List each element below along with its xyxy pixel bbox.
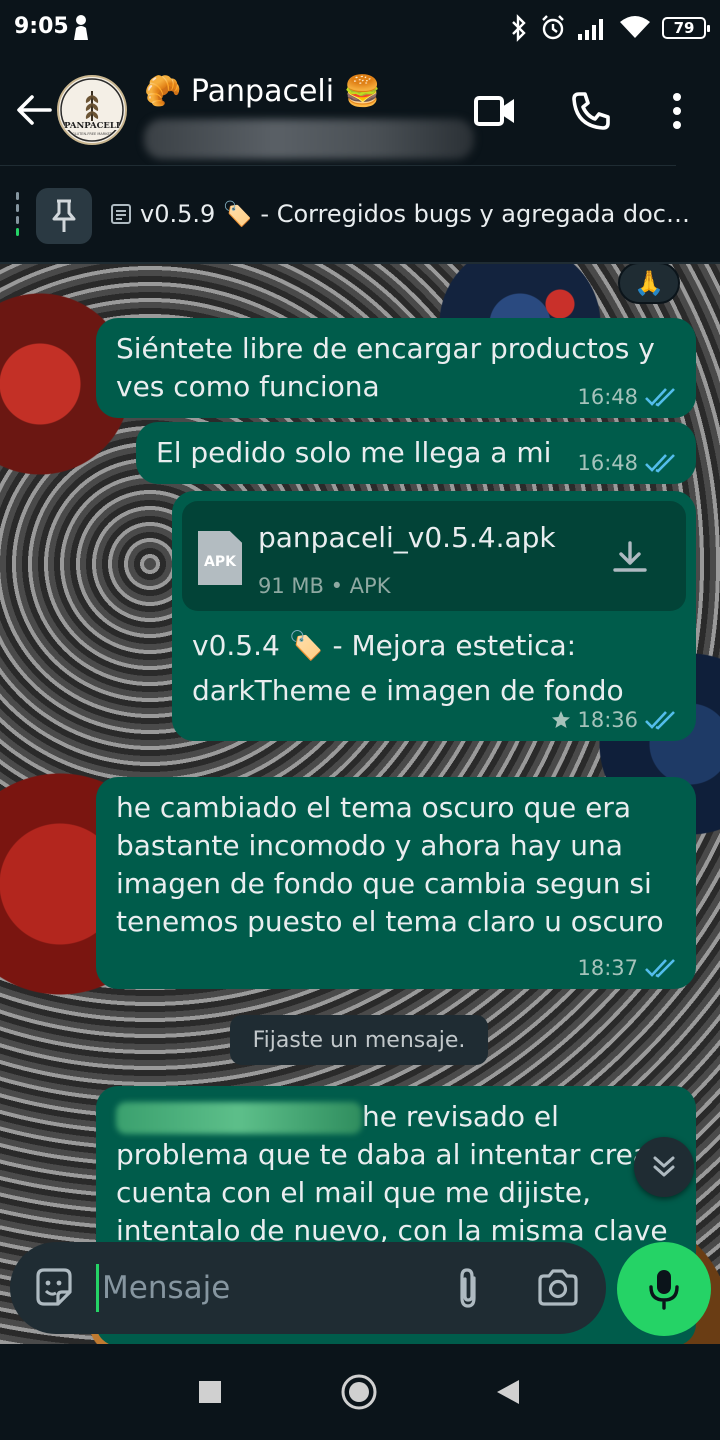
double-check-icon (645, 959, 675, 978)
video-call-icon[interactable] (472, 88, 518, 134)
message-text: he cambiado el tema oscuro que era basta… (116, 791, 664, 938)
file-caption: v0.5.4 🏷️ - Mejora estetica: darkTheme e… (192, 629, 624, 707)
camera-icon[interactable] (536, 1266, 580, 1310)
pin-button[interactable] (36, 188, 92, 244)
phone-call-icon[interactable] (568, 88, 614, 134)
double-check-icon (645, 711, 675, 730)
alarm-icon (542, 15, 564, 40)
status-bar: 9:05 79 (0, 0, 720, 56)
triangle-back-icon (497, 1380, 519, 1404)
system-navigation-bar (0, 1344, 720, 1440)
outgoing-message[interactable]: Siéntete libre de encargar productos y v… (96, 318, 696, 418)
pinned-message-body: v0.5.9 🏷️ - Corregidos bugs y agregada d… (140, 200, 690, 228)
chat-title: 🥐 Panpaceli 🍔 (144, 74, 381, 109)
back-button[interactable] (486, 1370, 530, 1414)
blurred-mention (116, 1102, 362, 1134)
blurred-subtitle (144, 119, 474, 159)
back-arrow-icon[interactable] (14, 90, 54, 130)
paperclip-icon[interactable] (446, 1266, 490, 1310)
star-icon (552, 711, 571, 728)
text-cursor (96, 1264, 99, 1312)
scroll-to-bottom-button[interactable] (634, 1137, 694, 1197)
chat-header: PANPACELI GLUTEN-FREE MARKET 🥐 Panpaceli… (0, 56, 720, 166)
pinned-message-text[interactable]: v0.5.9 🏷️ - Corregidos bugs y agregada d… (110, 200, 710, 228)
message-text: he revisado el problema que te daba al i… (116, 1100, 668, 1247)
outgoing-file-message[interactable]: APK panpaceli_v0.5.4.apk 91 MB • APK v0.… (172, 491, 696, 741)
file-meta: 91 MB • APK (258, 574, 391, 598)
chat-area[interactable]: 🙏 Siéntete libre de encargar productos y… (0, 264, 720, 1344)
signal-icon (578, 19, 603, 40)
chat-title-area[interactable]: 🥐 Panpaceli 🍔 (144, 74, 474, 159)
recent-apps-button[interactable] (188, 1370, 232, 1414)
message-time: 18:36 (577, 708, 638, 732)
document-icon (111, 204, 131, 224)
apk-file-icon: APK (198, 531, 242, 585)
status-icons: 79 (510, 12, 710, 44)
outgoing-message[interactable]: he cambiado el tema oscuro que era basta… (96, 777, 696, 989)
svg-text:PANPACELI: PANPACELI (64, 121, 120, 131)
message-meta: 16:48 (577, 386, 678, 408)
double-check-icon (645, 454, 675, 473)
bluetooth-icon (512, 14, 526, 42)
pinned-indicator (16, 192, 19, 240)
wifi-icon (620, 16, 650, 38)
square-icon (199, 1381, 221, 1403)
status-time: 9:05 (14, 14, 69, 39)
battery-level: 79 (673, 19, 695, 37)
message-input[interactable] (102, 1260, 432, 1316)
panpaceli-logo: PANPACELI GLUTEN-FREE MARKET (60, 78, 124, 142)
outgoing-message[interactable]: El pedido solo me llega a mi 16:48 (136, 422, 696, 484)
circle-icon (341, 1374, 377, 1410)
pinned-message-bar[interactable]: v0.5.9 🏷️ - Corregidos bugs y agregada d… (0, 166, 720, 264)
svg-text:GLUTEN-FREE MARKET: GLUTEN-FREE MARKET (72, 132, 113, 136)
person-icon (74, 15, 88, 40)
message-time: 18:37 (577, 956, 638, 980)
voice-message-button[interactable] (617, 1242, 711, 1336)
more-options-icon[interactable] (654, 88, 700, 134)
message-composer (10, 1242, 606, 1334)
double-chevron-down-icon (653, 1156, 675, 1177)
download-icon[interactable] (610, 537, 650, 577)
system-message: Fijaste un mensaje. (230, 1015, 488, 1065)
home-button[interactable] (337, 1370, 381, 1414)
message-time: 16:48 (577, 451, 638, 475)
pin-icon (52, 199, 76, 232)
avatar[interactable]: PANPACELI GLUTEN-FREE MARKET (57, 75, 127, 145)
sticker-emoji-icon[interactable] (32, 1266, 76, 1310)
battery-icon: 79 (662, 17, 710, 39)
file-name: panpaceli_v0.5.4.apk (258, 521, 556, 554)
double-check-icon (645, 388, 675, 407)
file-attachment[interactable]: APK panpaceli_v0.5.4.apk 91 MB • APK (182, 501, 686, 611)
message-meta: 16:48 (577, 452, 678, 474)
message-time: 16:48 (577, 385, 638, 409)
microphone-icon (649, 1270, 679, 1310)
reaction-badge[interactable]: 🙏 (618, 264, 680, 304)
message-meta: 18:37 (577, 957, 678, 979)
message-meta: 18:36 (551, 709, 678, 731)
